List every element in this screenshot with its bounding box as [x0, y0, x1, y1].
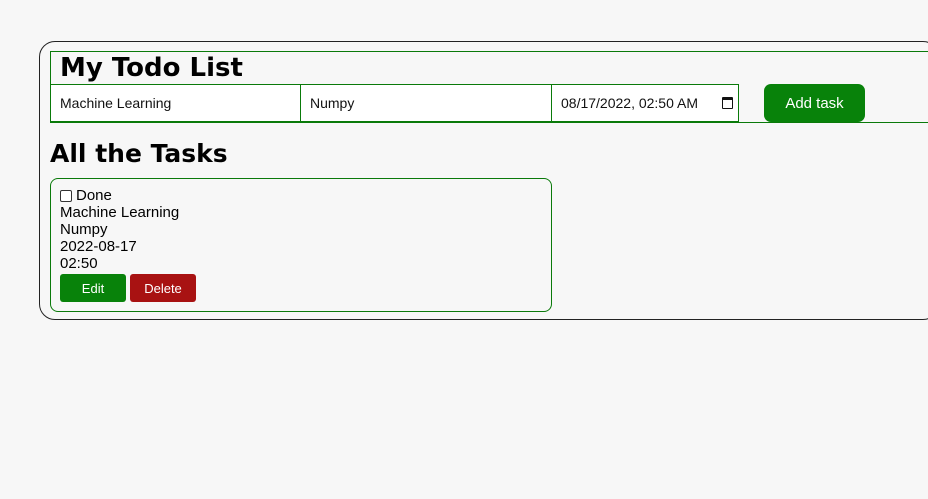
task-name-input[interactable] — [50, 84, 301, 122]
task-datetime-input[interactable]: 08/17/2022, 02:50 AM — [551, 84, 739, 122]
task-title: Machine Learning — [60, 204, 180, 221]
task-date: 2022-08-17 — [60, 238, 137, 255]
datetime-value: 08/17/2022, 02:50 AM — [561, 95, 698, 111]
task-description: Numpy — [60, 221, 108, 238]
page-title: My Todo List — [60, 53, 243, 83]
task-actions: Edit Delete — [60, 274, 542, 302]
task-time: 02:50 — [60, 255, 98, 272]
done-checkbox[interactable] — [60, 189, 72, 202]
task-card: Done Machine Learning Numpy 2022-08-17 0… — [50, 178, 552, 312]
tasks-heading: All the Tasks — [50, 139, 228, 168]
todo-app-container: My Todo List 08/17/2022, 02:50 AM Add ta… — [39, 41, 928, 320]
edit-button[interactable]: Edit — [60, 274, 126, 302]
delete-button[interactable]: Delete — [130, 274, 196, 302]
calendar-icon[interactable] — [722, 97, 733, 109]
task-description-input[interactable] — [300, 84, 552, 122]
done-row: Done — [60, 187, 542, 204]
add-task-button[interactable]: Add task — [764, 84, 865, 122]
done-label: Done — [76, 187, 112, 204]
